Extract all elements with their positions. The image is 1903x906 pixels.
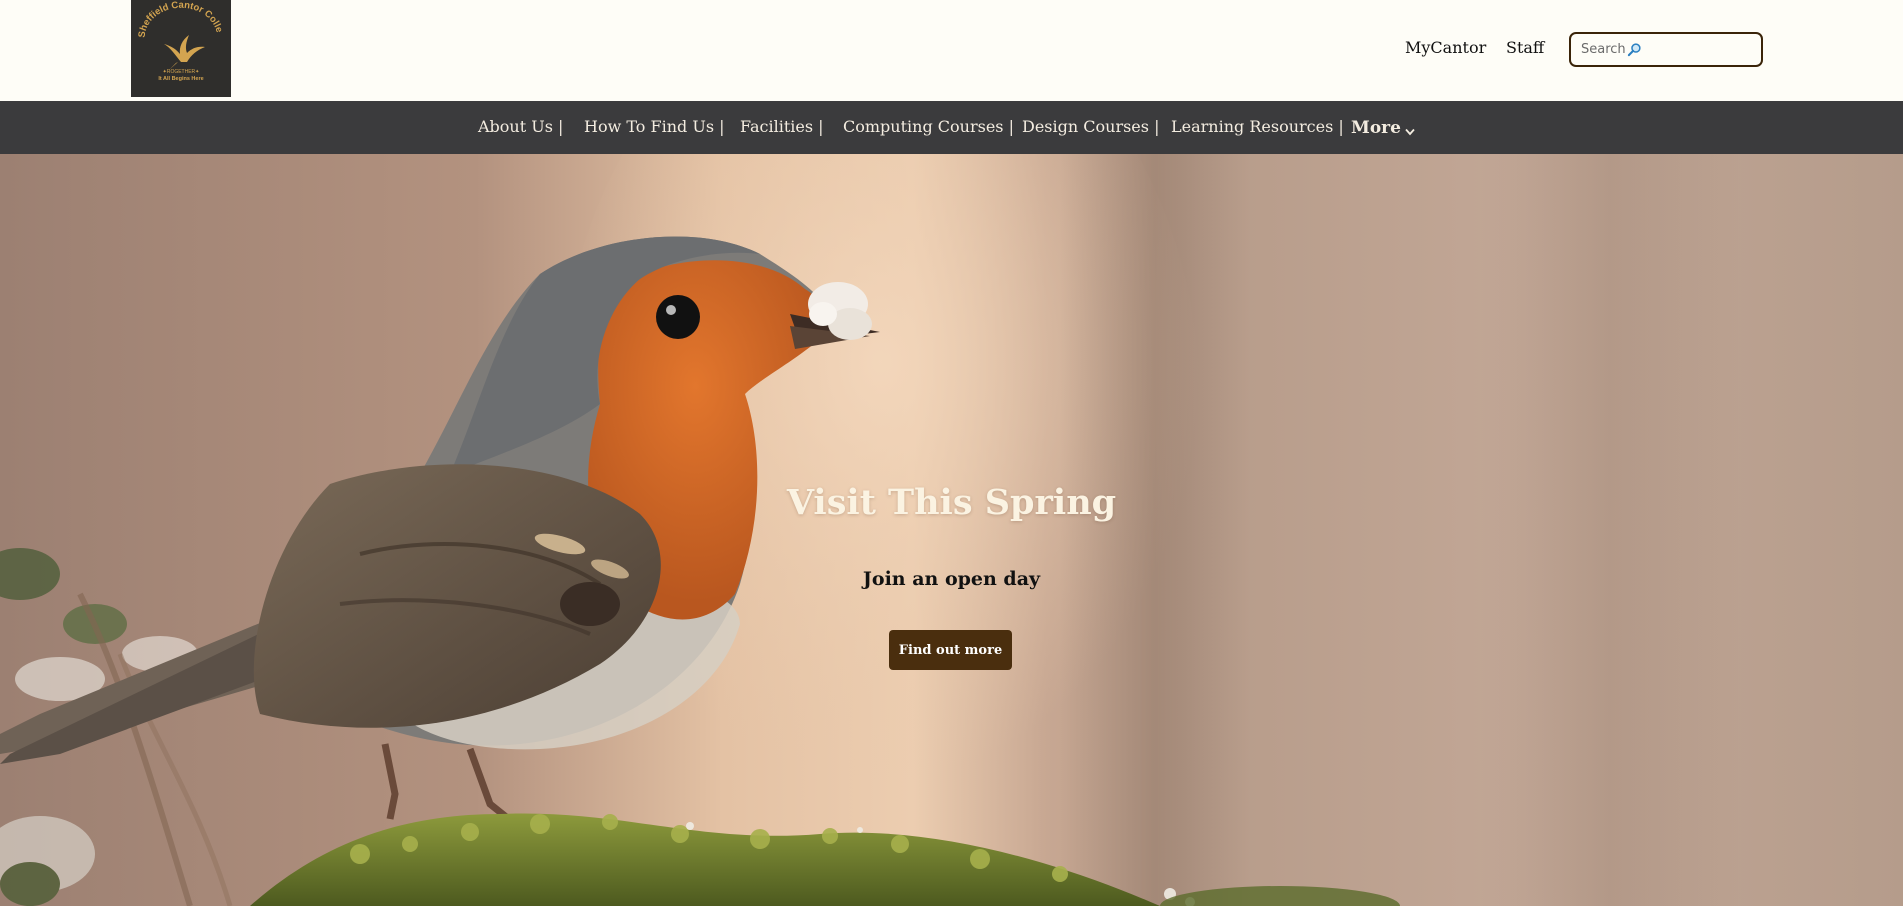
hero-banner: Visit This Spring Join an open day Find … [0, 154, 1903, 906]
nav-item-how-to-find-us[interactable]: How To Find Us | [584, 117, 725, 136]
nav-item-learning-resources[interactable]: Learning Resources | [1171, 117, 1344, 136]
hero-subtitle: Join an open day [862, 568, 1041, 590]
svg-text:✦ROGETHER✦: ✦ROGETHER✦ [163, 69, 200, 75]
nav-more-menu[interactable]: More [1351, 118, 1401, 138]
find-out-more-button[interactable]: Find out more [889, 630, 1012, 670]
search-icon[interactable] [1627, 42, 1642, 57]
staff-link[interactable]: Staff [1506, 38, 1544, 57]
hero-title: Visit This Spring [786, 482, 1117, 523]
main-navigation: About Us | How To Find Us | Facilities |… [0, 101, 1903, 154]
search-input[interactable] [1581, 42, 1631, 57]
robin-bird-photo [0, 154, 1740, 906]
svg-text:It All Begins Here: It All Begins Here [158, 76, 203, 82]
search-box[interactable] [1569, 32, 1763, 67]
nav-item-computing-courses[interactable]: Computing Courses | [843, 117, 1014, 136]
site-header: Sheffield Cantor College ✦ROGETHER✦ It A… [0, 0, 1903, 101]
logo-emblem-icon: Sheffield Cantor College ✦ROGETHER✦ It A… [131, 0, 231, 97]
college-logo[interactable]: Sheffield Cantor College ✦ROGETHER✦ It A… [131, 0, 231, 97]
nav-item-facilities[interactable]: Facilities | [740, 117, 824, 136]
chevron-down-icon[interactable] [1405, 128, 1415, 136]
mycantor-link[interactable]: MyCantor [1405, 38, 1486, 57]
nav-item-design-courses[interactable]: Design Courses | [1022, 117, 1159, 136]
nav-item-about-us[interactable]: About Us | [478, 117, 563, 136]
